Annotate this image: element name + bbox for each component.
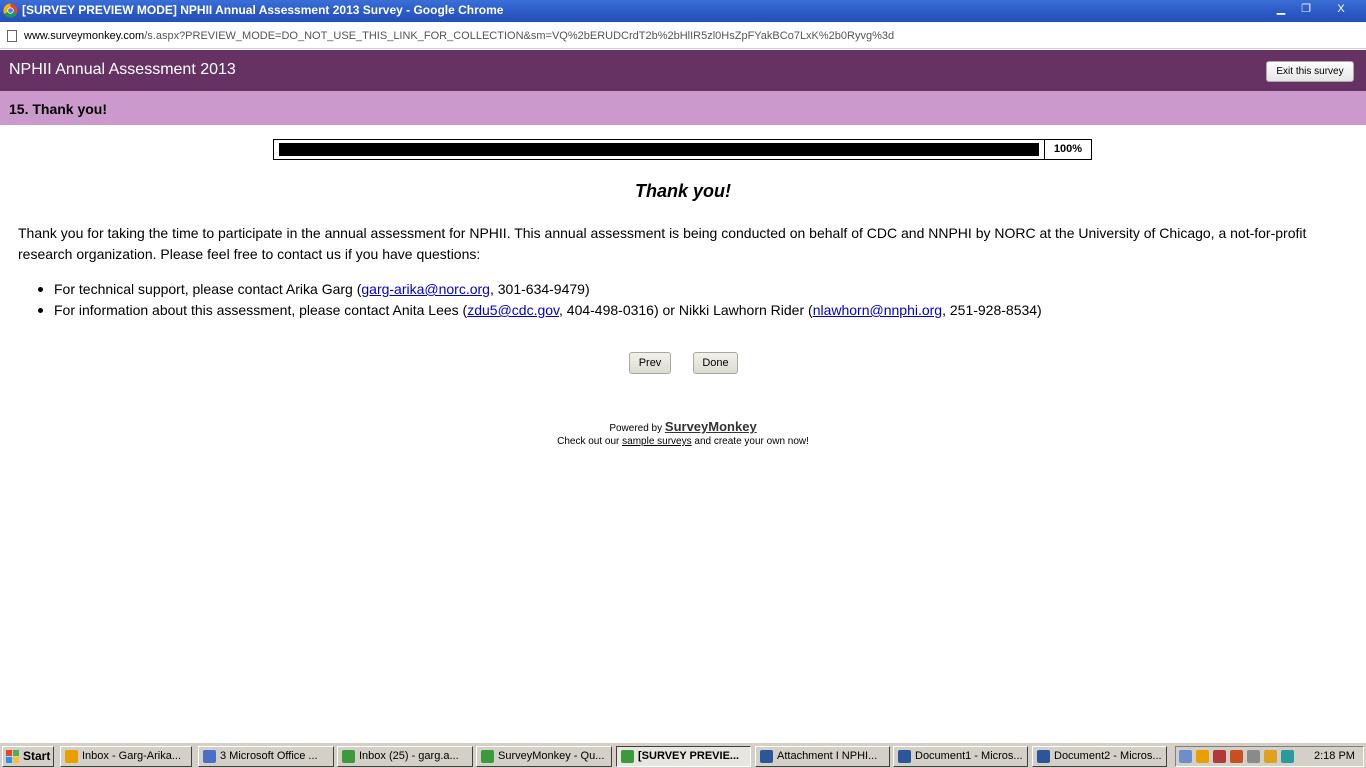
- windows-logo-icon: [6, 750, 19, 763]
- outlook-tray-icon[interactable]: [1196, 750, 1209, 763]
- taskbar-item-label: Inbox - Garg-Arika...: [82, 750, 182, 762]
- contact-text: For technical support, please contact Ar…: [54, 281, 362, 297]
- thank-you-heading: Thank you!: [634, 181, 731, 201]
- email-link[interactable]: nlawhorn@nnphi.org: [813, 302, 942, 318]
- taskbar-item[interactable]: [SURVEY PREVIE...: [616, 746, 751, 767]
- chrome-icon: [3, 3, 18, 18]
- checkout-text: Check out our: [557, 436, 620, 447]
- word-icon: [1037, 750, 1050, 763]
- system-tray: 2:18 PM: [1175, 746, 1364, 767]
- taskbar-item[interactable]: Attachment I NPHI...: [755, 746, 890, 767]
- page-icon: [7, 30, 17, 42]
- contact-text: For information about this assessment, p…: [54, 302, 468, 318]
- address-bar[interactable]: www.surveymonkey.com/s.aspx?PREVIEW_MODE…: [0, 22, 1366, 49]
- list-item: For information about this assessment, p…: [36, 300, 1336, 321]
- word-icon: [760, 750, 773, 763]
- powered-by-text: Powered by: [609, 423, 663, 434]
- taskbar-item[interactable]: Inbox (25) - garg.a...: [337, 746, 473, 767]
- taskbar-item-label: Document1 - Micros...: [915, 750, 1023, 762]
- progress-percent: 100%: [1044, 140, 1091, 159]
- office-icon: [203, 750, 216, 763]
- taskbar-item-label: Attachment I NPHI...: [777, 750, 878, 762]
- survey-title: NPHII Annual Assessment 2013: [9, 61, 236, 78]
- prev-button[interactable]: Prev: [629, 352, 671, 374]
- window-title: [SURVEY PREVIEW MODE] NPHII Annual Asses…: [22, 3, 504, 17]
- done-button[interactable]: Done: [693, 352, 738, 374]
- contact-text: , 301-634-9479): [489, 281, 590, 297]
- start-button[interactable]: Start: [2, 746, 54, 767]
- clock: 2:18 PM: [1314, 750, 1355, 762]
- contact-text: , 404-498-0316) or Nikki Lawhorn Rider (: [559, 302, 813, 318]
- checkout-text: and create your own now!: [694, 436, 809, 447]
- survey-header: NPHII Annual Assessment 2013 Exit this s…: [0, 50, 1366, 91]
- progress-fill: [279, 143, 1039, 156]
- chrome-icon: [621, 750, 634, 763]
- exit-survey-button[interactable]: Exit this survey: [1266, 61, 1354, 82]
- page-banner: 15. Thank you!: [0, 91, 1366, 125]
- progress-track: [279, 143, 1039, 156]
- chrome-icon: [481, 750, 494, 763]
- window-titlebar: [SURVEY PREVIEW MODE] NPHII Annual Asses…: [0, 0, 1366, 22]
- email-link[interactable]: zdu5@cdc.gov: [467, 302, 559, 318]
- chrome-icon: [342, 750, 355, 763]
- taskbar-item[interactable]: Document1 - Micros...: [893, 746, 1028, 767]
- network-icon[interactable]: [1179, 750, 1192, 763]
- taskbar-item[interactable]: 3 Microsoft Office ...: [198, 746, 334, 767]
- settings-icon[interactable]: [1264, 750, 1277, 763]
- list-item: For technical support, please contact Ar…: [36, 279, 1336, 300]
- contact-list: For technical support, please contact Ar…: [36, 279, 1336, 321]
- surveymonkey-link[interactable]: SurveyMonkey: [665, 419, 757, 434]
- sample-surveys-link[interactable]: sample surveys: [622, 436, 691, 447]
- taskbar-item[interactable]: Document2 - Micros...: [1032, 746, 1167, 767]
- start-label: Start: [23, 749, 51, 763]
- checkout-line: Check out our sample surveys and create …: [0, 436, 1366, 447]
- taskbar-item[interactable]: SurveyMonkey - Qu...: [476, 746, 612, 767]
- url-path: /s.aspx?PREVIEW_MODE=DO_NOT_USE_THIS_LIN…: [144, 30, 895, 42]
- taskbar-item-label: [SURVEY PREVIE...: [638, 750, 740, 762]
- security-icon[interactable]: [1213, 750, 1226, 763]
- url-text[interactable]: www.surveymonkey.com/s.aspx?PREVIEW_MODE…: [24, 30, 894, 42]
- outlook-icon: [65, 750, 78, 763]
- chat-icon[interactable]: [1230, 750, 1243, 763]
- progress-bar: 100%: [273, 139, 1092, 160]
- word-icon: [898, 750, 911, 763]
- contact-text: , 251-928-8534): [942, 302, 1042, 318]
- taskbar-item-label: Document2 - Micros...: [1054, 750, 1162, 762]
- taskbar-item-label: 3 Microsoft Office ...: [220, 750, 318, 762]
- taskbar-item-label: SurveyMonkey - Qu...: [498, 750, 605, 762]
- close-button[interactable]: X: [1330, 1, 1352, 17]
- volume-icon[interactable]: [1281, 750, 1294, 763]
- update-icon[interactable]: [1247, 750, 1260, 763]
- restore-button[interactable]: ❐: [1295, 1, 1317, 17]
- powered-by: Powered by SurveyMonkey: [0, 419, 1366, 434]
- minimize-button[interactable]: ▁: [1270, 1, 1292, 17]
- page-heading: 15. Thank you!: [9, 101, 108, 117]
- taskbar-item-label: Inbox (25) - garg.a...: [359, 750, 459, 762]
- email-link[interactable]: garg-arika@norc.org: [361, 281, 490, 297]
- taskbar-item[interactable]: Inbox - Garg-Arika...: [60, 746, 192, 767]
- url-host: www.surveymonkey.com: [24, 30, 145, 42]
- intro-paragraph: Thank you for taking the time to partici…: [18, 225, 1307, 262]
- taskbar: Start Inbox - Garg-Arika... 3 Microsoft O…: [0, 742, 1366, 768]
